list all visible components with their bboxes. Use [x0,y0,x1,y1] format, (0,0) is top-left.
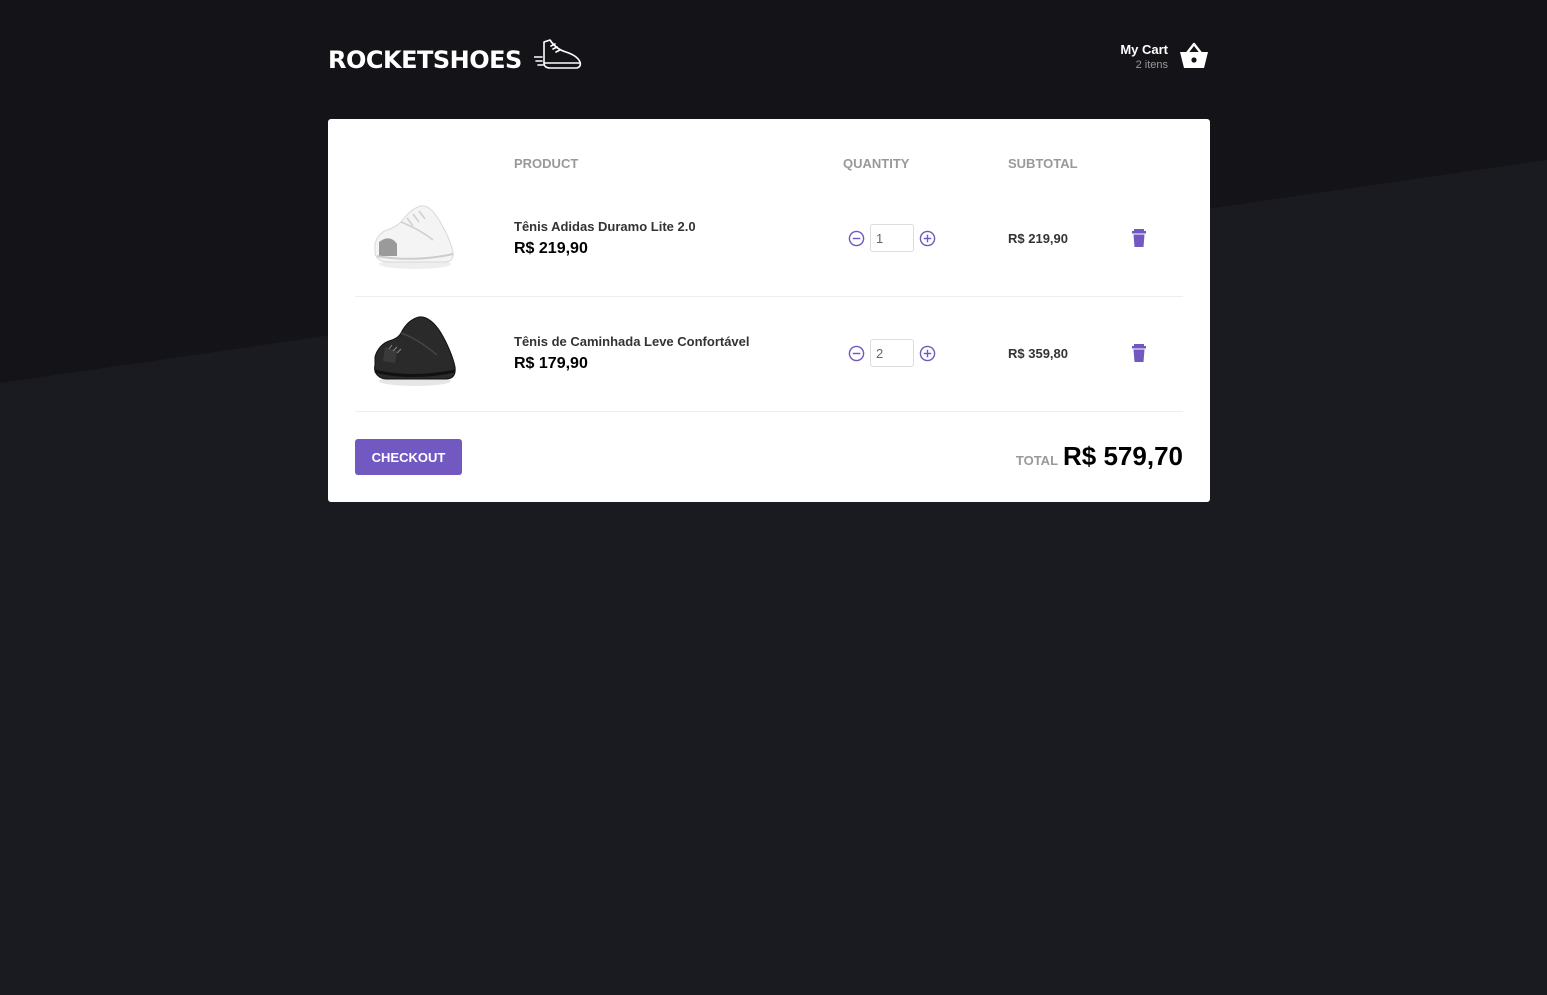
cart-table: PRODUCT QUANTITY SUBTOTAL Tênis Adidas D… [355,146,1183,412]
quantity-stepper [848,224,936,252]
table-header: PRODUCT QUANTITY SUBTOTAL [355,146,1183,182]
quantity-input[interactable] [870,339,914,367]
quantity-stepper [848,339,936,367]
logo-link[interactable]: ROCKETSHOES [328,36,584,74]
item-subtotal: R$ 219,90 [1008,231,1068,246]
cart-summary: My Cart 2 itens [1120,42,1168,71]
trash-icon[interactable] [1130,343,1148,363]
cart-footer: CHECKOUT TOTAL R$ 579,70 [355,439,1183,475]
increment-icon[interactable] [919,345,936,362]
product-price: R$ 219,90 [514,240,588,257]
basket-icon [1180,42,1208,68]
column-header-quantity: QUANTITY [843,156,910,171]
page-container: ROCKETSHOES My Cart 2 itens PRODUCT QUAN… [328,0,1210,502]
my-cart-link[interactable]: My Cart 2 itens [1120,40,1210,72]
column-header-subtotal: SUBTOTAL [1008,156,1078,171]
product-price: R$ 179,90 [514,355,588,372]
product-image-black-sneaker [374,316,456,386]
product-name: Tênis Adidas Duramo Lite 2.0 [514,219,696,234]
cart-title: My Cart [1120,41,1168,57]
column-header-product: PRODUCT [514,156,579,171]
total-value: R$ 579,70 [1063,441,1183,471]
product-name: Tênis de Caminhada Leve Confortável [514,334,750,349]
increment-icon[interactable] [919,230,936,247]
product-image-white-sneaker [374,205,454,269]
trash-icon[interactable] [1130,228,1148,248]
quantity-input[interactable] [870,224,914,252]
item-subtotal: R$ 359,80 [1008,346,1068,361]
table-row: Tênis Adidas Duramo Lite 2.0 R$ 219,90 R… [355,182,1183,297]
total-label: TOTAL [1015,453,1059,468]
logo-text: ROCKETSHOES [328,46,522,74]
decrement-icon[interactable] [848,230,865,247]
cart-panel: PRODUCT QUANTITY SUBTOTAL Tênis Adidas D… [328,119,1210,502]
table-row: Tênis de Caminhada Leve Confortável R$ 1… [355,297,1183,412]
sneaker-icon [533,39,581,69]
cart-item-count: 2 itens [1135,58,1168,71]
checkout-button[interactable]: CHECKOUT [355,439,462,475]
header: ROCKETSHOES My Cart 2 itens [328,0,1210,119]
cart-total: TOTAL R$ 579,70 [1016,441,1183,472]
decrement-icon[interactable] [848,345,865,362]
